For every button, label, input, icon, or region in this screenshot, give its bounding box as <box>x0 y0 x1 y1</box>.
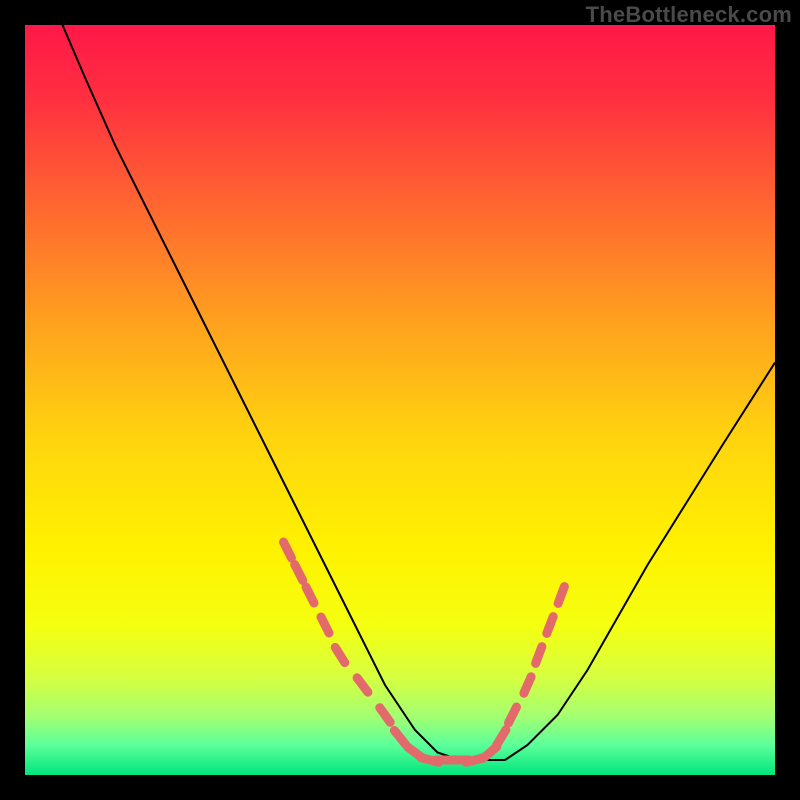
plot-area <box>25 25 775 775</box>
marker-dot <box>536 647 542 664</box>
chart-svg <box>25 25 775 775</box>
chart-frame: TheBottleneck.com <box>0 0 800 800</box>
gradient-background <box>25 25 775 775</box>
marker-dot <box>558 587 564 604</box>
marker-dot <box>547 617 553 634</box>
